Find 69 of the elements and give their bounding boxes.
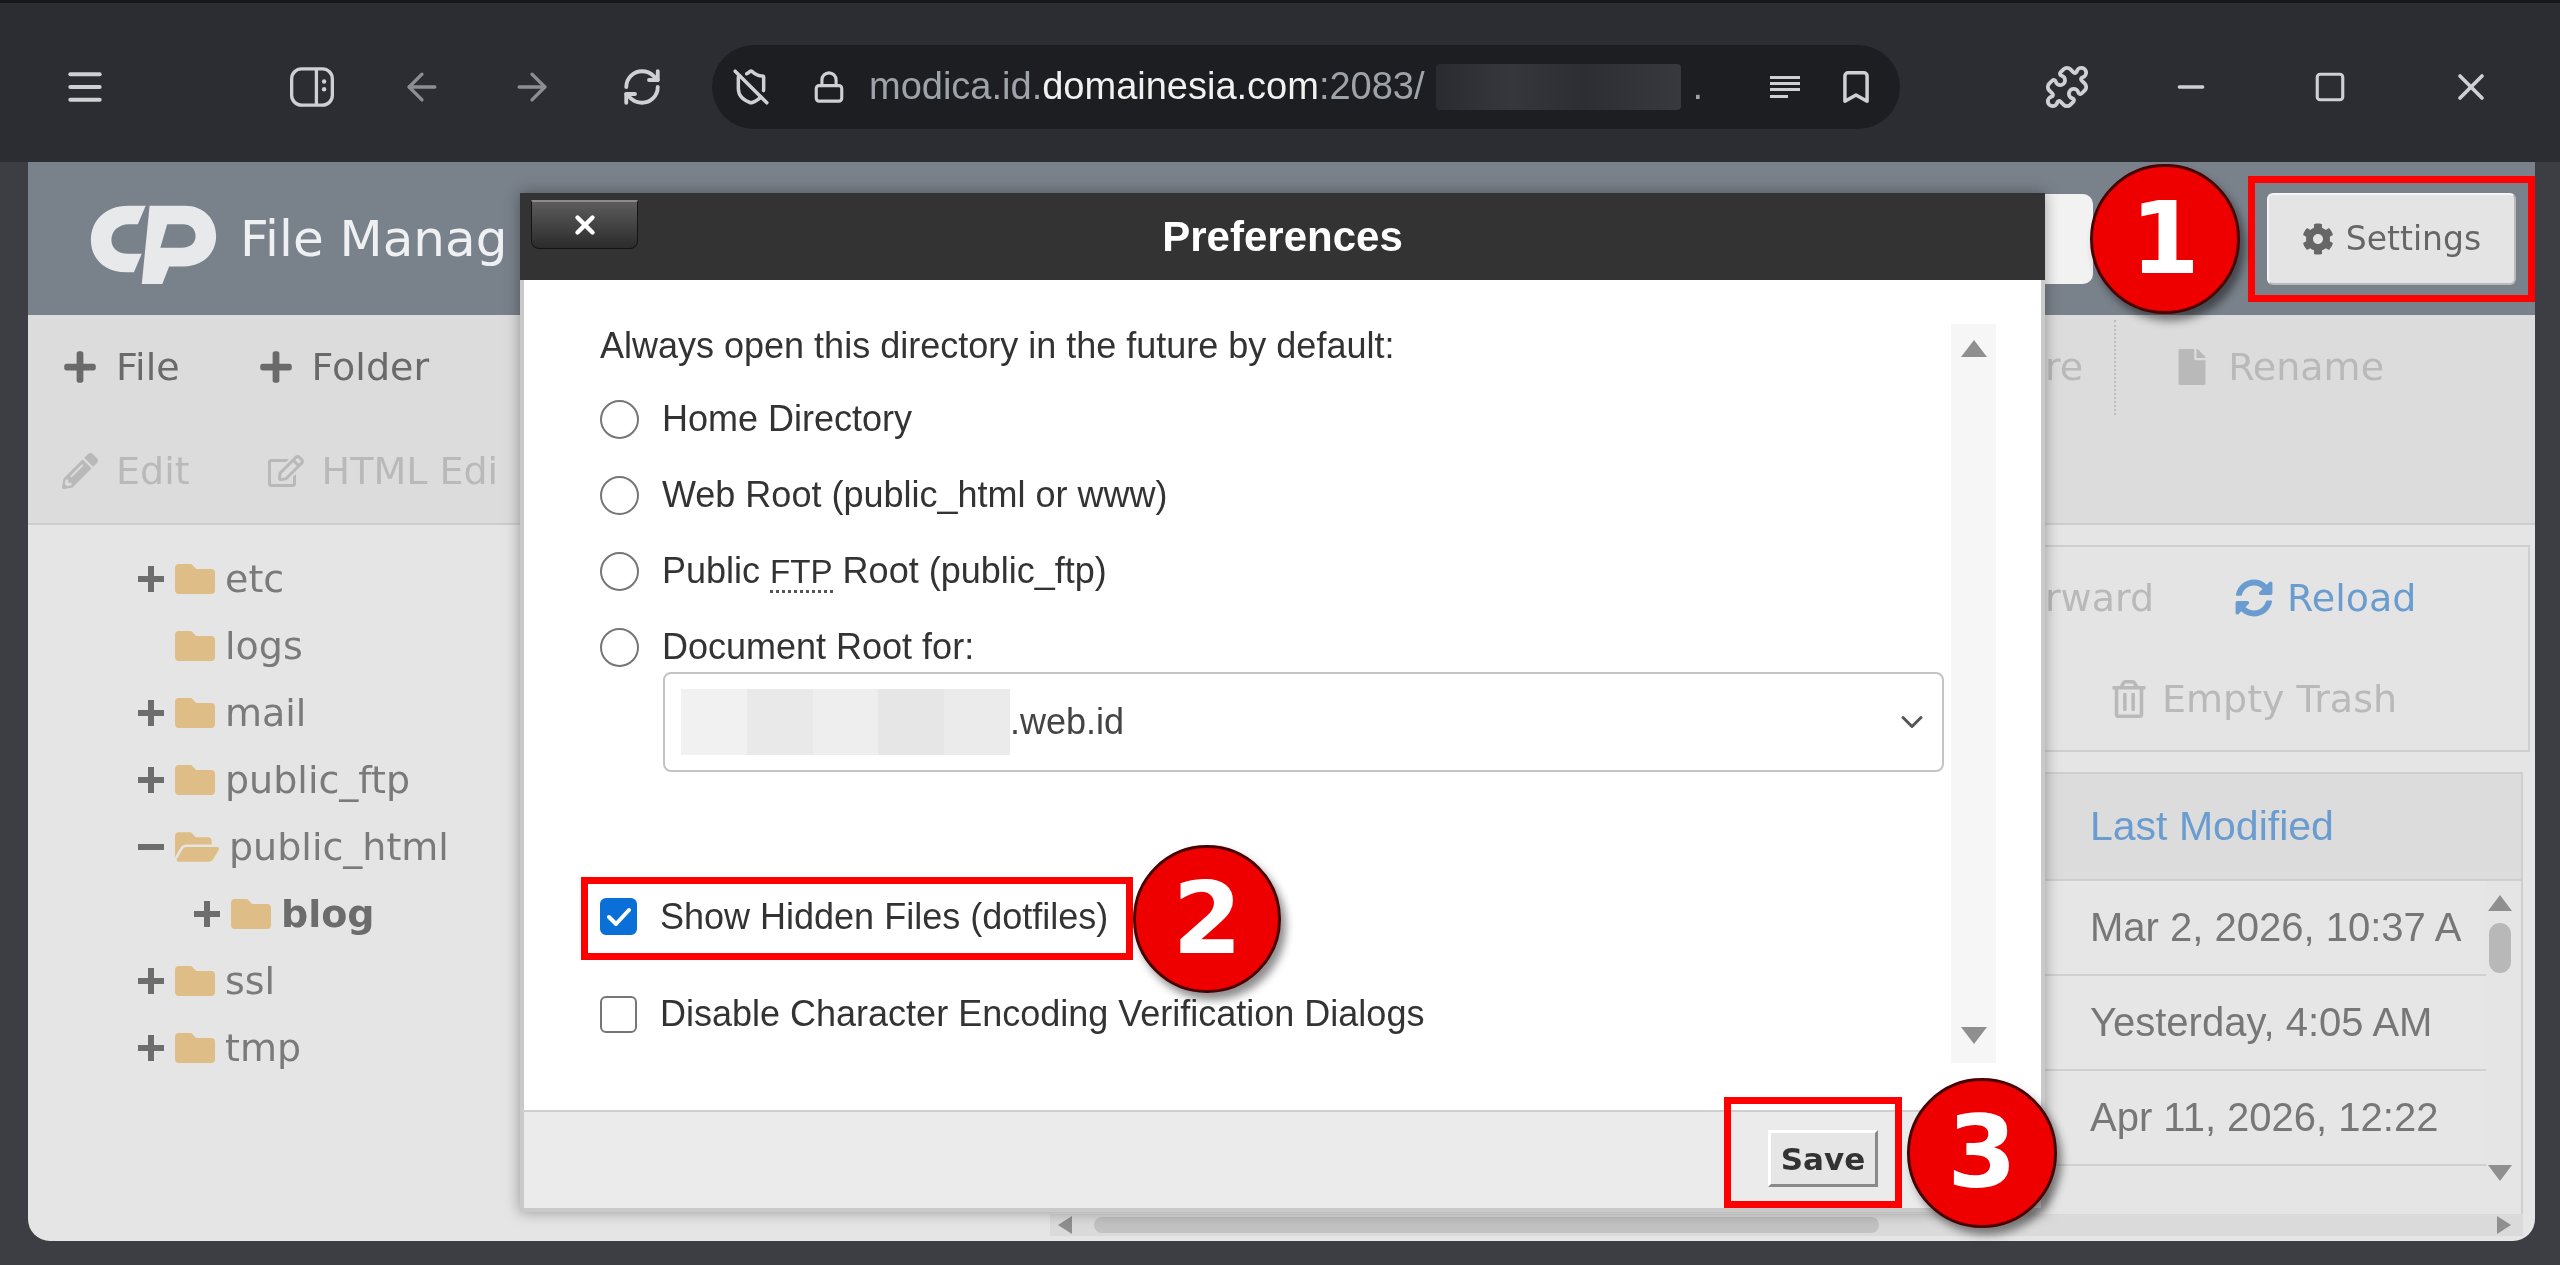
step-badge: 2 xyxy=(1133,844,1282,993)
plus-icon[interactable] xyxy=(138,967,164,994)
column-header[interactable]: Last Modified xyxy=(2090,803,2334,850)
toolbar-button[interactable]: Folder xyxy=(257,345,430,389)
save-button[interactable]: Save xyxy=(1768,1130,1878,1187)
toolbar-button[interactable]: File xyxy=(62,345,180,389)
option-label[interactable]: Public FTP Root (public_ftp) xyxy=(662,550,1107,592)
checkbox[interactable] xyxy=(600,898,637,935)
option-label[interactable]: Document Root for: xyxy=(662,626,975,668)
radio-button[interactable] xyxy=(600,627,639,667)
close-button[interactable] xyxy=(531,200,638,249)
address-bar[interactable]: modica.id.domainesia.com:2083/ . xyxy=(712,44,1900,129)
plus-icon[interactable] xyxy=(138,1034,164,1061)
option-label[interactable]: Home Directory xyxy=(662,398,913,440)
trash-icon xyxy=(2110,679,2148,718)
scroll-down-icon[interactable] xyxy=(1960,1027,1987,1044)
tree-item[interactable]: logs xyxy=(138,612,303,679)
scroll-down-icon[interactable] xyxy=(2487,1165,2512,1181)
gear-icon xyxy=(2301,222,2334,255)
scroll-left-icon[interactable] xyxy=(1058,1216,1072,1234)
pencil-icon xyxy=(62,453,98,489)
tree-item[interactable]: mail xyxy=(138,679,307,746)
radio-button[interactable] xyxy=(600,399,639,439)
radio-button[interactable] xyxy=(600,475,639,515)
settings-button[interactable]: Settings xyxy=(2267,192,2516,285)
table-cell: Yesterday, 4:05 AM xyxy=(2090,1000,2433,1045)
plus-icon xyxy=(62,349,98,385)
url-text: . xyxy=(1692,63,1704,109)
puzzle-icon[interactable] xyxy=(2044,63,2090,110)
minus-icon[interactable] xyxy=(138,843,164,850)
checkbox-label[interactable]: Disable Character Encoding Verification Dialogs xyxy=(660,993,1425,1035)
shield-slash-icon[interactable] xyxy=(732,67,770,106)
search-field[interactable] xyxy=(2043,193,2093,284)
refresh-icon xyxy=(2235,578,2274,617)
tree-item[interactable]: blog xyxy=(138,880,375,947)
table-cell: Apr 11, 2026, 12:22 xyxy=(2090,1095,2439,1140)
scrollbar-track[interactable] xyxy=(1951,324,1996,1063)
table-cell: Mar 2, 2026, 10:37 A xyxy=(2090,905,2462,950)
url-text: modica.id.domainesia.com:2083/ xyxy=(869,63,1425,109)
text-lines-icon[interactable] xyxy=(1770,75,1800,98)
checkbox-label[interactable]: Show Hidden Files (dotfiles) xyxy=(660,895,1109,938)
plus-icon[interactable] xyxy=(138,699,164,726)
sidebar-icon[interactable] xyxy=(290,66,334,107)
scroll-right-icon[interactable] xyxy=(2497,1216,2511,1234)
plus-icon[interactable] xyxy=(138,565,164,592)
action-link[interactable]: Reload xyxy=(2235,575,2417,620)
domain-select[interactable]: .web.id xyxy=(663,672,1944,772)
plus-icon xyxy=(257,349,294,385)
checkbox[interactable] xyxy=(600,995,637,1033)
tree-item[interactable]: tmp xyxy=(138,1014,302,1081)
tree-item[interactable]: etc xyxy=(138,545,285,612)
scrollbar-thumb[interactable] xyxy=(1094,1217,1879,1233)
plus-icon[interactable] xyxy=(138,766,164,793)
prompt-text: Always open this directory in the future by default: xyxy=(600,324,1395,368)
scroll-up-icon[interactable] xyxy=(1960,340,1987,357)
tree-item[interactable]: ssl xyxy=(138,947,276,1014)
scrollbar-thumb[interactable] xyxy=(2488,923,2511,973)
option-label[interactable]: Web Root (public_html or www) xyxy=(662,474,1168,516)
dialog-title: Preferences xyxy=(1162,212,1403,261)
app-title: File Manag xyxy=(240,209,508,268)
scroll-up-icon[interactable] xyxy=(2487,895,2512,911)
lock-icon[interactable] xyxy=(812,69,846,104)
radio-button[interactable] xyxy=(600,551,639,591)
tree-item[interactable]: public_ftp xyxy=(138,746,411,813)
tree-item[interactable]: public_html xyxy=(138,813,449,880)
step-badge: 1 xyxy=(2090,163,2240,314)
scrollbar-track[interactable] xyxy=(1050,1214,2523,1236)
checkmark-icon xyxy=(606,906,631,927)
plus-icon[interactable] xyxy=(194,900,220,927)
